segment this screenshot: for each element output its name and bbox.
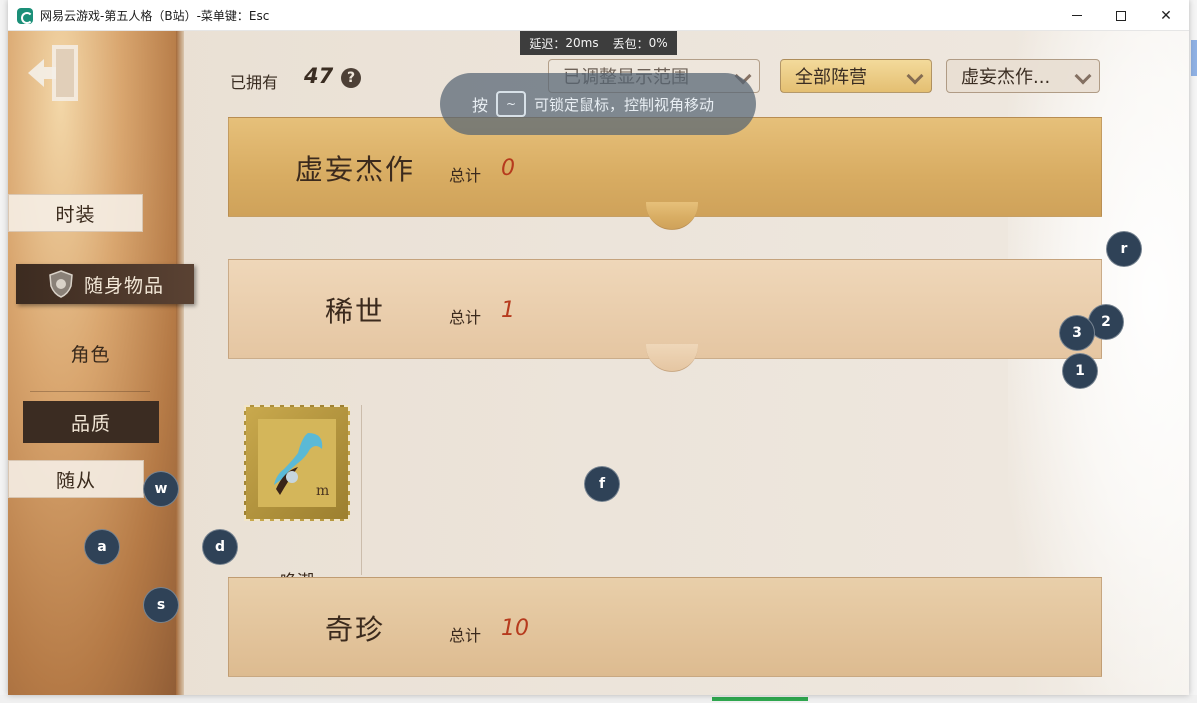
network-stats-overlay: 延迟： 20ms 丢包： 0%	[520, 31, 677, 55]
faction-dropdown[interactable]: 全部阵营	[780, 59, 932, 93]
category-title: 奇珍	[325, 613, 386, 646]
item-thumbnail-icon: m	[258, 419, 336, 507]
owned-count: 47	[304, 64, 334, 88]
category-total-value: 0	[501, 156, 515, 181]
close-icon: ✕	[1160, 7, 1172, 24]
category-total-value: 1	[501, 298, 515, 323]
window-title: 网易云游戏-第五人格（B站）-菜单键：Esc	[40, 9, 270, 23]
sidebar-divider	[30, 391, 150, 392]
key-badge-a[interactable]: a	[84, 529, 120, 565]
app-logo-icon	[17, 8, 33, 24]
hint-text: 可锁定鼠标，控制视角移动	[534, 95, 715, 114]
category-banner-rare[interactable]: 稀世 总计 1	[228, 259, 1102, 372]
key-badge-f[interactable]: f	[584, 466, 620, 502]
taskbar-strip	[0, 695, 1197, 703]
latency-value: 20ms	[565, 36, 599, 50]
key-badge-3[interactable]: 3	[1059, 315, 1095, 351]
category-banner-treasure[interactable]: 奇珍 总计 10	[228, 577, 1102, 677]
category-total-value: 10	[501, 616, 529, 641]
category-total-label: 总计	[449, 166, 482, 185]
category-title: 稀世	[325, 295, 386, 328]
category-title: 虚妄杰作	[295, 153, 416, 186]
sidebar-item-fashion[interactable]: 时装	[8, 194, 143, 232]
banner-notch	[646, 344, 698, 372]
sidebar-item-label: 角色	[70, 343, 111, 366]
rarity-dropdown[interactable]: 虚妄杰作...	[946, 59, 1100, 93]
hint-prefix: 按	[472, 96, 489, 115]
chevron-down-icon	[1074, 67, 1092, 85]
sidebar-item-label: 品质	[70, 412, 111, 435]
sidebar-item-label: 时装	[55, 203, 96, 226]
taskbar-active-indicator	[712, 697, 808, 701]
category-total-label: 总计	[449, 308, 482, 327]
sidebar-item-label: 随从	[55, 469, 96, 492]
tilde-key-icon: ~	[496, 91, 527, 117]
close-button[interactable]: ✕	[1143, 0, 1189, 31]
item-separator	[361, 405, 362, 575]
maximize-button[interactable]	[1098, 0, 1144, 31]
sidebar-item-accessories[interactable]: 随身物品	[16, 264, 194, 304]
latency-label: 延迟：	[529, 36, 566, 51]
key-badge-d[interactable]: d	[202, 529, 238, 565]
title-bar[interactable]: 网易云游戏-第五人格（B站）-菜单键：Esc ✕	[8, 0, 1189, 31]
minimize-button[interactable]	[1054, 0, 1100, 31]
exit-icon[interactable]	[26, 41, 84, 105]
shield-icon	[49, 270, 73, 298]
maximize-icon	[1116, 10, 1126, 21]
sidebar-item-quality[interactable]: 品质	[23, 401, 159, 443]
item-card[interactable]: m	[244, 405, 350, 525]
key-badge-s[interactable]: s	[143, 587, 179, 623]
minimize-icon	[1072, 15, 1082, 16]
mouse-lock-hint: 按 ~ 可锁定鼠标，控制视角移动	[440, 73, 756, 135]
sidebar-item-follower[interactable]: 随从	[8, 460, 144, 498]
dropdown-value: 全部阵营	[795, 67, 867, 88]
desktop-highlight	[1191, 40, 1197, 76]
packet-loss-label: 丢包：	[612, 36, 649, 51]
chevron-down-icon	[906, 67, 924, 85]
key-badge-r[interactable]: r	[1106, 231, 1142, 267]
owned-label: 已拥有	[230, 73, 279, 92]
key-badge-w[interactable]: w	[143, 471, 179, 507]
game-window: 网易云游戏-第五人格（B站）-菜单键：Esc ✕ 时装 随身物品 角色 品质 随…	[8, 0, 1189, 695]
banner-notch	[646, 202, 698, 230]
left-panel-edge	[176, 31, 184, 695]
category-total-label: 总计	[449, 626, 482, 645]
packet-loss-value: 0%	[648, 36, 668, 50]
sidebar-item-character[interactable]: 角色	[28, 334, 153, 372]
svg-text:m: m	[316, 483, 329, 499]
sidebar-item-label: 随身物品	[83, 274, 164, 297]
desktop-background-right	[1188, 0, 1197, 703]
dropdown-value: 虚妄杰作...	[961, 67, 1051, 88]
help-icon[interactable]: ?	[341, 68, 361, 88]
key-badge-1[interactable]: 1	[1062, 353, 1098, 389]
game-viewport[interactable]: 时装 随身物品 角色 品质 随从 已拥有 47 ? 已调整显示范围 全部阵营	[8, 31, 1189, 695]
